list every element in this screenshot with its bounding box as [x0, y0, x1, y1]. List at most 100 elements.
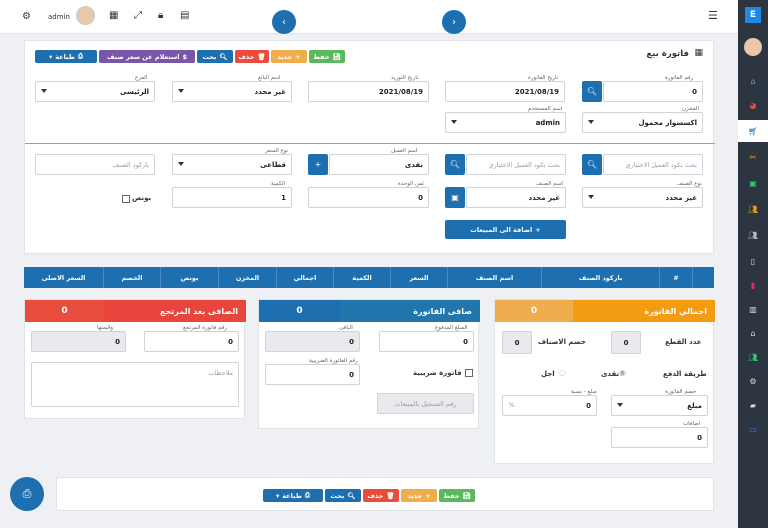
footer-save-button[interactable]: حفظ 💾︎ — [439, 489, 475, 502]
save-button[interactable]: حفظ 💾︎ — [309, 50, 345, 63]
card-icon[interactable]: ▭ — [738, 418, 768, 440]
pieces-label: عدد القطع — [665, 338, 702, 346]
return-no-input[interactable]: 0 — [144, 331, 239, 352]
credit-radio[interactable]: ○ — [559, 368, 566, 377]
price-query-button[interactable]: استعلام عن سعر صنف $ — [99, 50, 195, 63]
sidebar-avatar[interactable] — [744, 38, 762, 56]
footer-new-button[interactable]: جديد + — [401, 489, 437, 502]
item-name-input[interactable]: غير محدد — [466, 187, 566, 208]
delete-button[interactable]: حذف 🗑︎ — [235, 50, 269, 63]
invoice-discount-select[interactable]: مبلغ — [611, 395, 708, 416]
item-type-select[interactable]: غير محدد — [582, 187, 703, 208]
user-select[interactable]: admin — [445, 112, 566, 133]
col-index: # — [659, 267, 692, 288]
language-icon[interactable]: ▤ — [180, 10, 189, 21]
tax-invoice-no-input[interactable]: 0 — [265, 364, 360, 385]
book-icon[interactable]: ▰ — [738, 394, 768, 416]
remaining-value: 0 — [265, 331, 360, 352]
branch-select[interactable]: الرئيسى — [35, 81, 155, 102]
customer-name-select[interactable]: نقدى — [329, 154, 429, 175]
home-icon[interactable]: ⌂ — [738, 70, 768, 92]
items-table-header: السعر الاصلى الخصم بونص المخزن اجمالي ال… — [24, 267, 714, 288]
footer-delete-button[interactable]: حذف 🗑︎ — [363, 489, 399, 502]
quantity-input[interactable]: 1 — [172, 187, 292, 208]
menu-icon[interactable]: ☰ — [708, 9, 718, 22]
col-quantity: الكمية — [333, 267, 390, 288]
footer-print-button[interactable]: ▾ طباعة ⎙ — [263, 489, 323, 502]
floating-print-button[interactable]: ⎙ — [10, 477, 44, 511]
collapse-right-button[interactable]: › — [442, 10, 466, 34]
customer-code-input[interactable]: بحث بكود العميل الاختياري — [603, 154, 703, 175]
items-discount: 0 — [502, 331, 532, 354]
notes-textarea[interactable]: ملاحظات — [31, 362, 239, 407]
invoice-title: فاتورة بيع — [646, 49, 689, 59]
invoice-date-input[interactable]: 2021/08/19 — [445, 81, 565, 102]
notes-placeholder: ملاحظات — [208, 369, 233, 377]
print-dropdown-button[interactable]: ▾ طباعة ⎙ — [35, 50, 97, 63]
payment-label: طريقة الدفع — [663, 370, 707, 378]
gear-icon[interactable]: ⚙ — [22, 11, 31, 22]
customer-barcode-input[interactable]: بحث بكود العميل الاختياري — [466, 154, 566, 175]
section-divider — [25, 143, 715, 144]
additions-input[interactable]: 0 — [611, 427, 708, 448]
search-button[interactable]: بحث 🔍︎ — [197, 50, 233, 63]
app-logo[interactable]: E — [745, 7, 761, 23]
money-icon[interactable]: ▣ — [738, 172, 768, 194]
col-item-name: اسم الصنف — [447, 267, 541, 288]
col-discount: الخصم — [103, 267, 160, 288]
cash-label: نقدى — [601, 370, 620, 378]
users-icon[interactable]: 👥︎ — [738, 198, 768, 220]
invoice-no-input[interactable]: 0 — [603, 81, 703, 102]
group-icon[interactable]: 👥︎ — [738, 224, 768, 246]
col-price: السعر — [390, 267, 447, 288]
footer-search-button[interactable]: بحث 🔍︎ — [325, 489, 361, 502]
lock-icon[interactable]: 🔒︎ — [158, 10, 163, 21]
customer-search-button[interactable]: 🔍︎ — [445, 154, 465, 175]
username: admin — [48, 13, 70, 21]
settings-icon[interactable]: ⚙ — [738, 370, 768, 392]
tax-invoice-label: فاتورة ضريبية — [413, 369, 462, 377]
tools-icon[interactable]: ✂ — [738, 146, 768, 168]
cash-radio[interactable]: ◉ — [619, 368, 626, 377]
avatar[interactable] — [76, 6, 95, 25]
supply-date-input[interactable]: 2021/08/19 — [308, 81, 429, 102]
customer-code-search-button[interactable]: 🔍︎ — [582, 154, 602, 175]
bonus-checkbox[interactable] — [122, 195, 130, 203]
price-type-select[interactable]: قطاعى — [172, 154, 292, 175]
items-discount-label: خصم الاصناف — [538, 338, 586, 346]
percent-sign: % — [509, 402, 515, 409]
invoice-search-button[interactable]: 🔍︎ — [582, 81, 602, 102]
file-icon[interactable]: ▯ — [738, 250, 768, 272]
net-panel: صافى الفاتورة 0 الباقى 0 المبلغ المدفوع … — [258, 299, 480, 429]
bank-icon[interactable]: ⌂ — [738, 322, 768, 344]
chart-icon[interactable]: ◕ — [738, 94, 768, 116]
new-button[interactable]: جديد + — [271, 50, 307, 63]
add-to-sales-button[interactable]: اضافة الى المبيعات + — [445, 220, 566, 239]
amount-input[interactable]: 0 — [502, 395, 597, 416]
returns-value: 0 — [25, 300, 104, 322]
apps-grid-icon[interactable]: ▦ — [109, 10, 118, 21]
col-total: اجمالي — [276, 267, 333, 288]
register-input: رقم التسجيل بالمبيعات — [377, 393, 474, 414]
table-icon: ▦ — [694, 48, 703, 58]
add-customer-button[interactable]: + — [308, 154, 328, 175]
paid-input[interactable]: 0 — [379, 331, 474, 352]
footer-panel: ▾ طباعة ⎙ بحث 🔍︎ حذف 🗑︎ جديد + حفظ 💾︎ — [56, 477, 714, 511]
cart-icon[interactable]: 🛒︎ — [738, 120, 768, 142]
seller-select[interactable]: غير محدد — [172, 81, 292, 102]
totals-value: 0 — [495, 300, 573, 322]
item-barcode-input[interactable]: باركود الصنف — [35, 154, 155, 175]
document-icon[interactable]: ▮ — [738, 274, 768, 296]
fullscreen-icon[interactable]: ⤢ — [134, 10, 142, 21]
barcode-icon[interactable]: ▥ — [738, 298, 768, 320]
pieces-count: 0 — [611, 331, 641, 354]
collapse-left-button[interactable]: ‹ — [272, 10, 296, 34]
team-icon[interactable]: 👥︎ — [738, 346, 768, 368]
tax-invoice-checkbox[interactable] — [465, 369, 473, 377]
col-store: المخزن — [218, 267, 276, 288]
net-value: 0 — [259, 300, 340, 322]
unit-price-input[interactable]: 0 — [308, 187, 429, 208]
store-select[interactable]: اكسسوار محمول — [582, 112, 703, 133]
returns-panel: 0 الصافى بعد المرتجع وقيمتها 0 رقم فاتور… — [24, 299, 246, 419]
item-image-button[interactable]: ▣ — [445, 187, 465, 208]
